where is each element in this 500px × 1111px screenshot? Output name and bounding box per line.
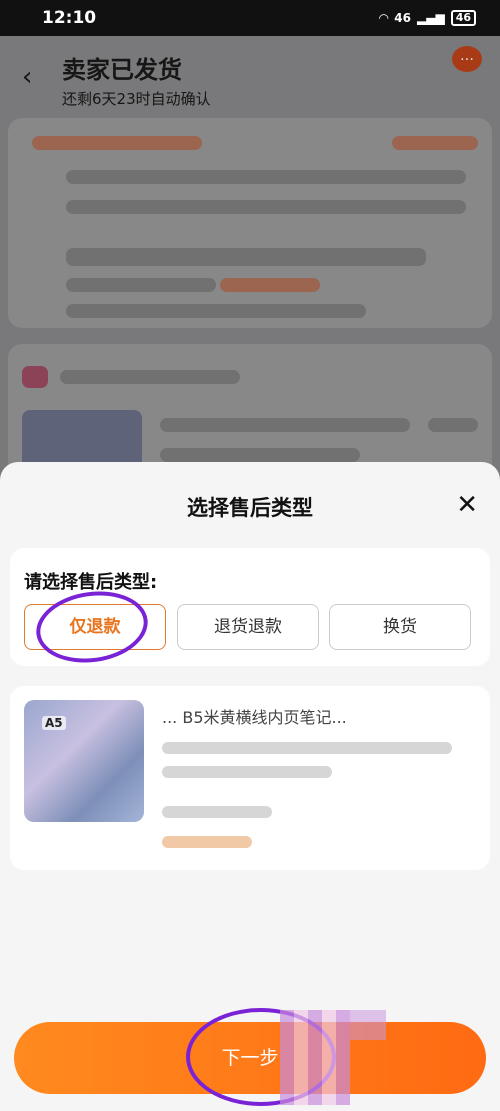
signal-icon: ▂▄▆: [417, 11, 445, 25]
battery-icon: 46: [450, 10, 476, 26]
return-and-refund-option[interactable]: 退货退款: [177, 604, 319, 650]
status-time: 12:10: [42, 8, 97, 28]
sheet-title: 选择售后类型: [187, 496, 313, 520]
close-icon[interactable]: ✕: [456, 492, 478, 518]
type-prompt: 请选择售后类型:: [24, 572, 158, 593]
product-card[interactable]: A5 ... B5米黄横线内页笔记...: [10, 686, 490, 870]
status-bar: 12:10 ◠ 46 ▂▄▆ 46: [0, 0, 500, 36]
thumb-badge: A5: [42, 716, 66, 730]
refund-only-option[interactable]: 仅退款: [24, 604, 166, 650]
bottom-bar: 下一步: [0, 1006, 500, 1111]
network-label: 46: [394, 11, 411, 25]
after-sale-type-card: 请选择售后类型: 仅退款 退货退款 换货: [10, 548, 490, 670]
next-step-button[interactable]: 下一步: [14, 1022, 486, 1094]
wifi-icon: ◠: [379, 11, 389, 25]
status-icons: ◠ 46 ▂▄▆ 46: [379, 10, 476, 26]
exchange-option[interactable]: 换货: [329, 604, 471, 650]
product-name: ... B5米黄横线内页笔记...: [162, 708, 347, 727]
product-thumbnail: A5: [24, 700, 144, 822]
